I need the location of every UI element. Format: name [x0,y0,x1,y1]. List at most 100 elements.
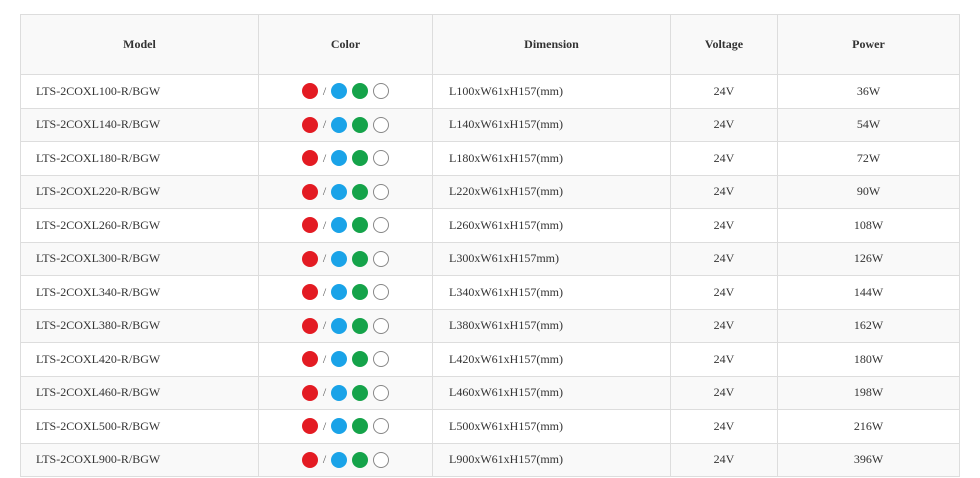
spec-table-container: Model Color Dimension Voltage Power LTS-… [20,14,960,477]
cell-dimension: L460xW61xH157(mm) [432,375,671,410]
header-model: Model [20,14,259,75]
table-row: LTS-2COXL260-R/BGW / L260xW61xH157(mm) 24V 1… [20,208,960,243]
color-swatches: / [259,83,432,100]
table-row: LTS-2COXL460-R/BGW / L460xW61xH157(mm) 24V 1… [20,375,960,410]
cell-color: / [258,342,433,377]
cell-voltage: 24V [670,375,778,410]
red-dot-icon [301,183,318,200]
blue-dot-icon [331,284,348,301]
color-separator: / [322,318,327,333]
color-separator: / [322,385,327,400]
red-dot-icon [301,250,318,267]
green-dot-icon [352,83,369,100]
header-color: Color [258,14,433,75]
color-swatches: / [259,451,432,468]
color-swatches: / [259,183,432,200]
color-separator: / [322,83,327,98]
green-dot-icon [352,183,369,200]
white-dot-icon [373,317,390,334]
table-row: LTS-2COXL380-R/BGW / L380xW61xH157(mm) 24V 1… [20,308,960,343]
header-dimension: Dimension [432,14,671,75]
white-dot-icon [373,418,390,435]
cell-voltage: 24V [670,141,778,176]
cell-voltage: 24V [670,107,778,142]
color-separator: / [322,150,327,165]
table-row: LTS-2COXL100-R/BGW / L100xW61xH157(mm) 24V 3… [20,74,960,109]
cell-dimension: L500xW61xH157(mm) [432,409,671,444]
red-dot-icon [301,284,318,301]
cell-color: / [258,308,433,343]
color-swatches: / [259,284,432,301]
blue-dot-icon [331,250,348,267]
cell-power: 36W [777,74,960,109]
cell-voltage: 24V [670,275,778,310]
cell-power: 396W [777,442,960,477]
cell-power: 216W [777,409,960,444]
cell-color: / [258,442,433,477]
cell-dimension: L140xW61xH157(mm) [432,107,671,142]
blue-dot-icon [331,351,348,368]
red-dot-icon [301,150,318,167]
cell-dimension: L260xW61xH157(mm) [432,208,671,243]
cell-power: 108W [777,208,960,243]
table-row: LTS-2COXL180-R/BGW / L180xW61xH157(mm) 24V 7… [20,141,960,176]
cell-color: / [258,208,433,243]
cell-color: / [258,107,433,142]
header-voltage: Voltage [670,14,778,75]
cell-model: LTS-2COXL140-R/BGW [20,107,259,142]
cell-voltage: 24V [670,208,778,243]
green-dot-icon [352,116,369,133]
green-dot-icon [352,284,369,301]
cell-power: 72W [777,141,960,176]
cell-power: 54W [777,107,960,142]
color-separator: / [322,184,327,199]
cell-dimension: L900xW61xH157(mm) [432,442,671,477]
cell-dimension: L340xW61xH157(mm) [432,275,671,310]
cell-power: 162W [777,308,960,343]
green-dot-icon [352,351,369,368]
cell-model: LTS-2COXL380-R/BGW [20,308,259,343]
blue-dot-icon [331,150,348,167]
blue-dot-icon [331,116,348,133]
cell-color: / [258,174,433,209]
white-dot-icon [373,284,390,301]
green-dot-icon [352,317,369,334]
green-dot-icon [352,418,369,435]
cell-color: / [258,241,433,276]
header-power: Power [777,14,960,75]
white-dot-icon [373,150,390,167]
cell-model: LTS-2COXL420-R/BGW [20,342,259,377]
blue-dot-icon [331,451,348,468]
white-dot-icon [373,116,390,133]
color-swatches: / [259,317,432,334]
table-row: LTS-2COXL140-R/BGW / L140xW61xH157(mm) 24V 5… [20,107,960,142]
green-dot-icon [352,384,369,401]
cell-model: LTS-2COXL180-R/BGW [20,141,259,176]
table-row: LTS-2COXL500-R/BGW / L500xW61xH157(mm) 24V 2… [20,409,960,444]
cell-dimension: L180xW61xH157(mm) [432,141,671,176]
red-dot-icon [301,317,318,334]
white-dot-icon [373,351,390,368]
color-separator: / [322,418,327,433]
table-row: LTS-2COXL340-R/BGW / L340xW61xH157(mm) 24V 1… [20,275,960,310]
red-dot-icon [301,217,318,234]
cell-model: LTS-2COXL900-R/BGW [20,442,259,477]
cell-color: / [258,375,433,410]
cell-model: LTS-2COXL260-R/BGW [20,208,259,243]
cell-voltage: 24V [670,342,778,377]
green-dot-icon [352,217,369,234]
cell-dimension: L380xW61xH157(mm) [432,308,671,343]
red-dot-icon [301,83,318,100]
red-dot-icon [301,451,318,468]
color-separator: / [322,117,327,132]
cell-power: 198W [777,375,960,410]
blue-dot-icon [331,384,348,401]
blue-dot-icon [331,317,348,334]
cell-voltage: 24V [670,442,778,477]
red-dot-icon [301,418,318,435]
red-dot-icon [301,351,318,368]
cell-voltage: 24V [670,174,778,209]
cell-dimension: L420xW61xH157(mm) [432,342,671,377]
blue-dot-icon [331,418,348,435]
cell-model: LTS-2COXL300-R/BGW [20,241,259,276]
